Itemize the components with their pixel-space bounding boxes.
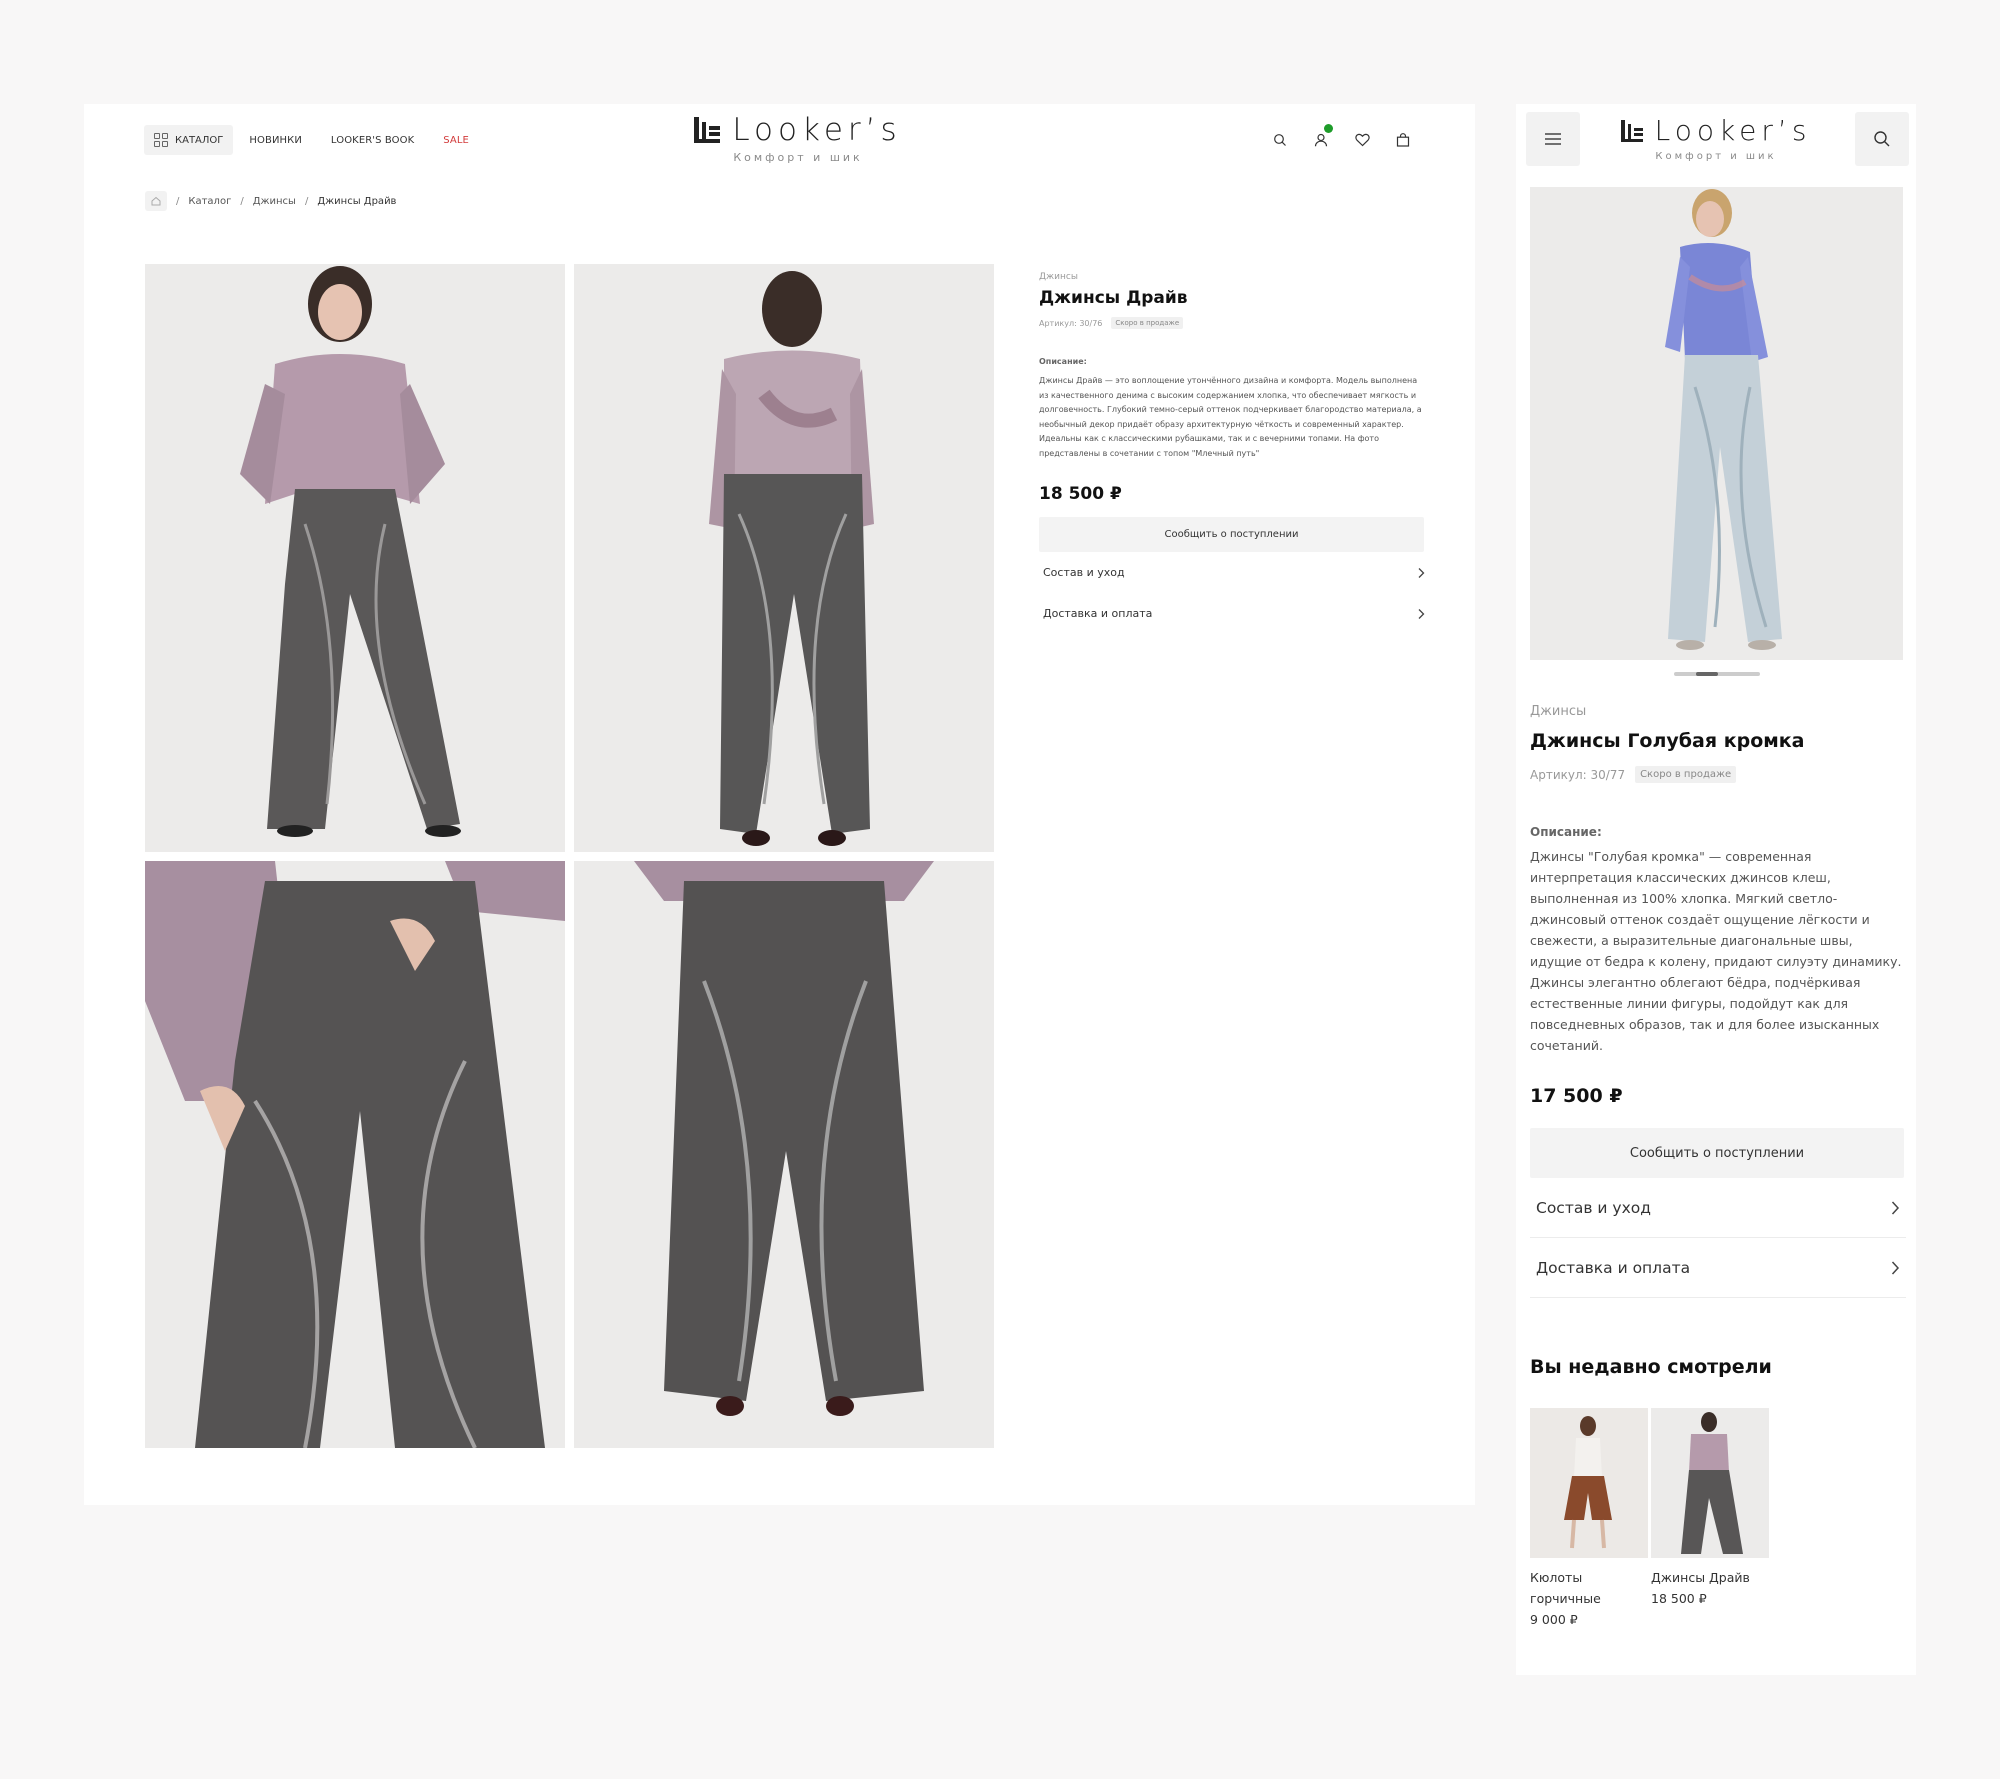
product-description: Джинсы Драйв — это воплощение утончённог… — [1039, 376, 1422, 458]
chevron-right-icon — [1891, 1200, 1900, 1215]
search-icon[interactable] — [1270, 130, 1290, 150]
recently-viewed-title: Вы недавно смотрели — [1530, 1356, 1772, 1378]
recent-product-card[interactable]: Джинсы Драйв 18 500 ₽ — [1651, 1408, 1769, 1630]
recent-product-image[interactable] — [1651, 1408, 1769, 1558]
recent-product-price: 9 000 ₽ — [1530, 1612, 1578, 1627]
product-price: 17 500 ₽ — [1530, 1085, 1623, 1107]
header-actions — [1270, 124, 1413, 150]
logo-mark-icon — [694, 117, 721, 143]
breadcrumb-separator: / — [176, 195, 180, 207]
nav-new[interactable]: НОВИНКИ — [249, 135, 302, 146]
breadcrumb-current: Джинсы Драйв — [317, 195, 397, 207]
accordion-label: Состав и уход — [1536, 1198, 1651, 1217]
breadcrumb-separator: / — [240, 195, 244, 207]
gallery-pagination[interactable] — [1674, 672, 1760, 676]
catalog-label: КАТАЛОГ — [175, 134, 224, 146]
search-button[interactable] — [1855, 112, 1909, 166]
product-photo-front[interactable] — [145, 264, 565, 852]
product-description: Джинсы "Голубая кромка" — современная ин… — [1530, 849, 1902, 1053]
search-icon — [1874, 131, 1890, 147]
desktop-product-page: КАТАЛОГ НОВИНКИ LOOKER'S BOOK SALE Looke… — [84, 104, 1475, 1505]
logo-wordmark: Looker’s — [732, 112, 902, 148]
logo-wordmark: Looker’s — [1654, 114, 1812, 147]
breadcrumb: / Каталог / Джинсы / Джинсы Драйв — [145, 191, 396, 211]
accordion-label: Состав и уход — [1043, 566, 1125, 579]
product-title: Джинсы Драйв — [1039, 288, 1188, 308]
chevron-right-icon — [1891, 1260, 1900, 1275]
product-sku: Артикул: 30/76 — [1039, 318, 1103, 328]
product-info: Джинсы Джинсы Драйв Артикул: 30/76 Скоро… — [1039, 272, 1429, 634]
product-category[interactable]: Джинсы — [1039, 272, 1429, 282]
nav-sale[interactable]: SALE — [443, 135, 469, 146]
product-photo-back[interactable] — [574, 264, 994, 852]
bag-icon[interactable] — [1393, 130, 1413, 150]
product-title: Джинсы Голубая кромка — [1530, 730, 1805, 752]
notification-dot — [1324, 124, 1333, 133]
status-badge: Скоро в продаже — [1111, 317, 1184, 329]
breadcrumb-catalog[interactable]: Каталог — [188, 196, 231, 207]
recent-product-name[interactable]: Джинсы Драйв — [1651, 1567, 1769, 1588]
product-photo-detail-back[interactable] — [574, 861, 994, 1448]
notify-button[interactable]: Сообщить о поступлении — [1039, 517, 1424, 552]
logo-mark-icon — [1620, 119, 1643, 142]
recently-viewed-list: Кюлоты горчичные 9 000 ₽ Джинсы Драйв 18… — [1530, 1408, 1906, 1630]
product-photo-main[interactable] — [1530, 187, 1903, 660]
accordion-composition[interactable]: Состав и уход — [1039, 552, 1429, 593]
breadcrumb-separator: / — [304, 195, 309, 207]
product-photo-detail-front[interactable] — [145, 861, 565, 1448]
description-label: Описание: — [1039, 357, 1087, 366]
accordion-composition[interactable]: Состав и уход — [1530, 1178, 1906, 1238]
description-label: Описание: — [1530, 825, 1602, 839]
user-icon[interactable] — [1311, 124, 1333, 150]
mobile-product-page: Looker’s Комфорт и шик Джинсы Джинсы Гол… — [1516, 104, 1916, 1675]
heart-icon[interactable] — [1352, 130, 1372, 150]
logo[interactable]: Looker’s Комфорт и шик — [690, 112, 906, 164]
accordion-label: Доставка и оплата — [1536, 1258, 1691, 1277]
breadcrumb-category[interactable]: Джинсы — [253, 196, 296, 207]
chevron-right-icon — [1418, 608, 1425, 619]
recent-product-price: 18 500 ₽ — [1651, 1591, 1707, 1606]
recent-product-name[interactable]: Кюлоты горчичные — [1530, 1567, 1648, 1609]
recent-product-card[interactable]: Кюлоты горчичные 9 000 ₽ — [1530, 1408, 1648, 1630]
status-badge: Скоро в продаже — [1635, 766, 1737, 783]
main-nav: КАТАЛОГ НОВИНКИ LOOKER'S BOOK SALE — [144, 125, 498, 155]
chevron-right-icon — [1418, 567, 1425, 578]
menu-icon — [1545, 133, 1561, 145]
accordion-label: Доставка и оплата — [1043, 607, 1153, 620]
product-info: Джинсы Джинсы Голубая кромка Артикул: 30… — [1530, 704, 1906, 1630]
product-price: 18 500 ₽ — [1039, 484, 1122, 504]
logo-tagline: Комфорт и шик — [1655, 151, 1777, 162]
gallery-pagination-active — [1696, 672, 1718, 676]
logo[interactable]: Looker’s Комфорт и шик — [1620, 114, 1806, 162]
notify-button[interactable]: Сообщить о поступлении — [1530, 1128, 1904, 1178]
accordion-delivery[interactable]: Доставка и оплата — [1530, 1238, 1906, 1298]
product-sku: Артикул: 30/77 — [1530, 767, 1626, 782]
menu-button[interactable] — [1526, 112, 1580, 166]
accordion-delivery[interactable]: Доставка и оплата — [1039, 593, 1429, 634]
catalog-button[interactable]: КАТАЛОГ — [144, 125, 234, 155]
home-icon[interactable] — [145, 191, 167, 211]
nav-lookers-book[interactable]: LOOKER'S BOOK — [331, 135, 414, 146]
grid-icon — [154, 133, 168, 147]
logo-tagline: Комфорт и шик — [733, 151, 863, 164]
product-category[interactable]: Джинсы — [1530, 704, 1906, 719]
recent-product-image[interactable] — [1530, 1408, 1648, 1558]
